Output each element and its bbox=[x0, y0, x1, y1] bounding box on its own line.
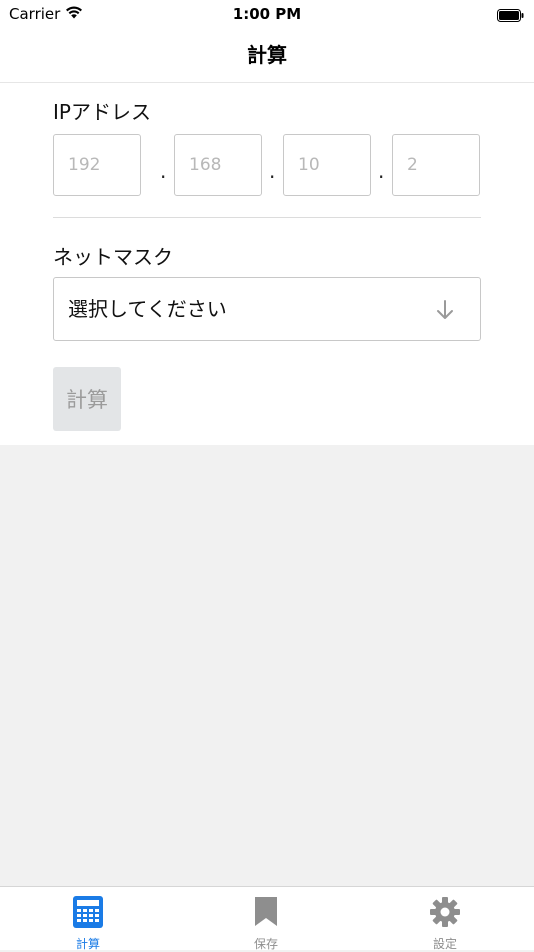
tab-bar: 計算 保存 設定 bbox=[0, 886, 534, 951]
page-title: 計算 bbox=[247, 43, 287, 67]
tab-calculate-label: 計算 bbox=[75, 937, 100, 951]
navigation-bar: 計算 bbox=[0, 28, 534, 83]
ip-octet-4-field[interactable] bbox=[392, 134, 480, 196]
divider bbox=[53, 217, 481, 218]
ip-octet-3-input[interactable] bbox=[298, 135, 356, 195]
tab-saved[interactable]: 保存 bbox=[206, 887, 326, 951]
arrow-down-icon bbox=[434, 299, 456, 321]
status-bar: Carrier 1:00 PM bbox=[0, 0, 534, 28]
tab-settings[interactable]: 設定 bbox=[385, 887, 505, 951]
ip-octet-2-input[interactable] bbox=[189, 135, 247, 195]
status-time: 1:00 PM bbox=[232, 5, 302, 23]
ip-separator: . bbox=[269, 159, 276, 183]
ip-address-label: IPアドレス bbox=[53, 100, 151, 124]
ip-octet-2-field[interactable] bbox=[174, 134, 262, 196]
ip-separator: . bbox=[378, 159, 385, 183]
calculation-form: IPアドレス . . . ネットマスク 選択してください 計算 bbox=[0, 83, 534, 445]
calculator-icon bbox=[72, 896, 104, 928]
ip-octet-1-input[interactable] bbox=[68, 135, 126, 195]
tab-saved-label: 保存 bbox=[253, 937, 278, 951]
netmask-select[interactable]: 選択してください bbox=[53, 277, 481, 341]
ip-octet-1-field[interactable] bbox=[53, 134, 141, 196]
tab-settings-label: 設定 bbox=[432, 937, 457, 951]
ip-octet-4-input[interactable] bbox=[407, 135, 465, 195]
battery-icon bbox=[497, 7, 524, 22]
netmask-label: ネットマスク bbox=[53, 245, 173, 269]
tab-calculate[interactable]: 計算 bbox=[28, 887, 148, 951]
netmask-select-value: 選択してください bbox=[68, 297, 227, 321]
ip-octet-3-field[interactable] bbox=[283, 134, 371, 196]
calculate-button[interactable]: 計算 bbox=[53, 367, 121, 431]
ip-separator: . bbox=[160, 159, 167, 183]
gear-icon bbox=[429, 896, 461, 928]
bookmark-icon bbox=[250, 896, 282, 928]
